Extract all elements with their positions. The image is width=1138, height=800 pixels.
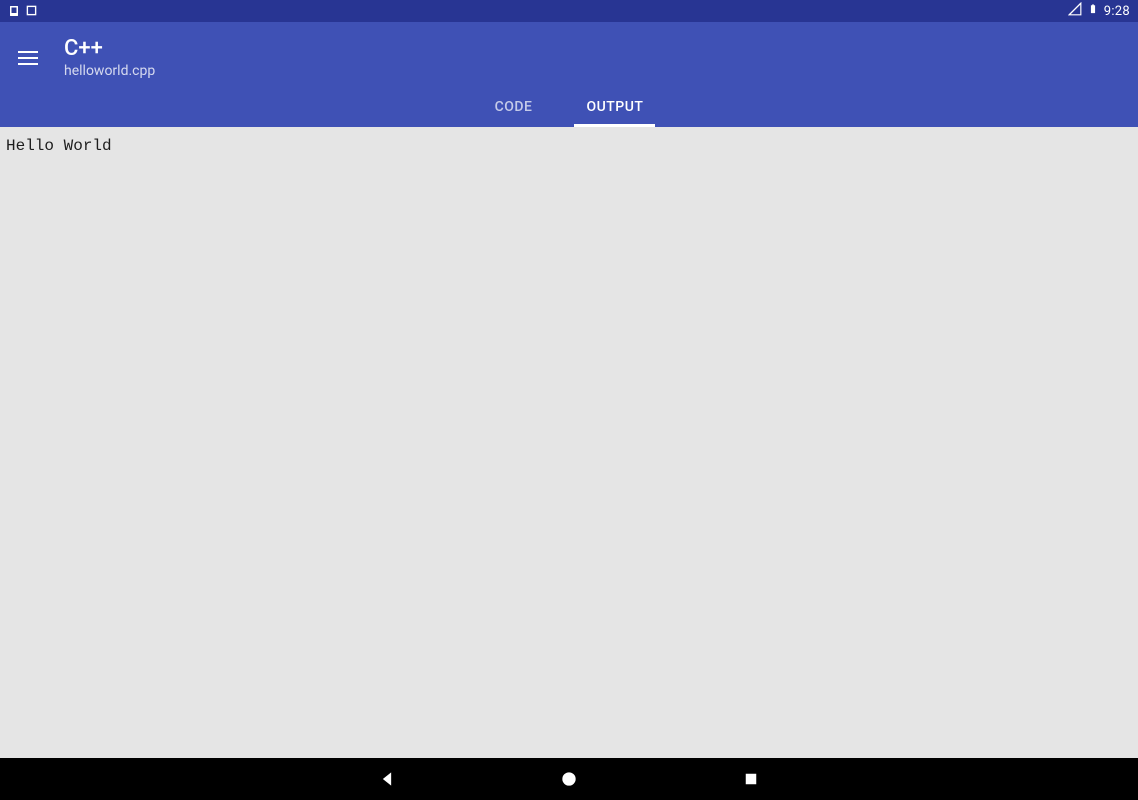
home-button[interactable] [558,768,580,790]
status-time: 9:28 [1104,4,1130,19]
tab-output[interactable]: OUTPUT [574,87,655,127]
back-button[interactable] [376,768,398,790]
status-right: 9:28 [1068,2,1130,20]
notification-icon-2 [26,5,38,17]
title-block: C++ helloworld.cpp [64,36,155,79]
notification-icon [8,5,20,17]
app-bar-row: C++ helloworld.cpp [14,32,1124,87]
android-nav-bar [0,758,1138,800]
menu-icon[interactable] [14,47,42,69]
tab-code[interactable]: CODE [483,87,545,127]
battery-icon [1088,2,1098,20]
android-status-bar: 9:28 [0,0,1138,22]
output-text: Hello World [6,137,112,155]
app-bar: C++ helloworld.cpp CODE OUTPUT [0,22,1138,127]
output-pane[interactable]: Hello World [0,127,1138,765]
app-title: C++ [64,36,155,62]
signal-icon [1068,2,1082,20]
recent-apps-button[interactable] [740,768,762,790]
app-subtitle: helloworld.cpp [64,63,155,79]
tab-bar: CODE OUTPUT [14,87,1124,127]
status-left [8,5,38,17]
